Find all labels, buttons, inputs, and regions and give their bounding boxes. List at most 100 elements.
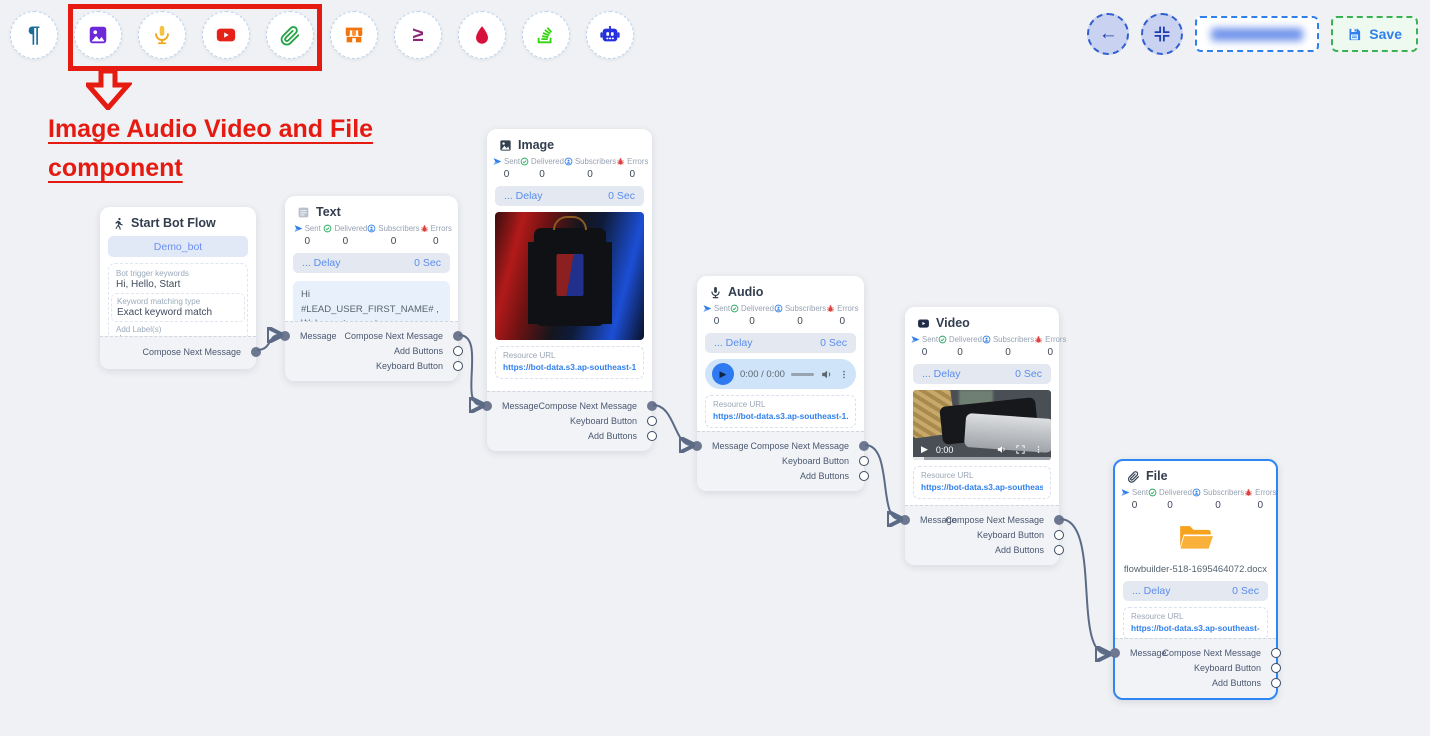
stat-label: Subscribers (378, 224, 419, 233)
port-label: Keyboard Button (977, 530, 1044, 540)
stat-label: Delivered (531, 157, 564, 166)
play-button[interactable]: ▶ (712, 363, 734, 385)
port-keyboard-button[interactable] (647, 416, 657, 426)
youtube-icon (215, 24, 237, 46)
node-image[interactable]: Image Sent0 Delivered0 Subscribers0 Erro… (487, 129, 652, 451)
bot-select-button[interactable]: Demo_bot (108, 236, 248, 257)
delay-bar[interactable]: ... Delay0 Sec (495, 186, 644, 206)
port-keyboard-button[interactable] (453, 361, 463, 371)
toolbar-stack-button[interactable] (522, 11, 570, 59)
stat-value: 0 (564, 169, 616, 180)
port-add-buttons[interactable] (647, 431, 657, 441)
delay-bar[interactable]: ... Delay0 Sec (293, 253, 450, 273)
audio-progress[interactable] (791, 373, 814, 376)
port-add-buttons[interactable] (1054, 545, 1064, 555)
port-row: Add Buttons (285, 343, 458, 358)
field-matching-type: Keyword matching type Exact keyword matc… (111, 293, 245, 322)
port-keyboard-button[interactable] (1054, 530, 1064, 540)
resource-url-label: Resource URL (1131, 612, 1260, 621)
stat-label: Delivered (334, 224, 367, 233)
port-add-buttons[interactable] (859, 471, 869, 481)
redacted-action-button[interactable] (1195, 16, 1319, 52)
port-add-buttons[interactable] (453, 346, 463, 356)
node-text[interactable]: Text Sent0 Delivered0 Subscribers0 Error… (285, 196, 458, 381)
node-video[interactable]: Video Sent0 Delivered0 Subscribers0 Erro… (905, 307, 1059, 565)
image-preview[interactable] (495, 212, 644, 340)
play-button[interactable]: ▶ (921, 444, 928, 455)
toolbar-video-button[interactable] (202, 11, 250, 59)
water-drop-icon (471, 24, 493, 46)
volume-icon[interactable] (820, 368, 833, 381)
port-row: Compose Next Message (100, 343, 256, 361)
port-compose-next-message[interactable] (1054, 515, 1064, 525)
video-player[interactable]: ▶ 0:00 (913, 390, 1051, 460)
port-message-in[interactable] (1110, 648, 1120, 658)
subscribers-icon (367, 224, 376, 233)
port-row: Add Buttons (905, 542, 1059, 557)
file-preview[interactable]: flowbuilder-518-1695464072.docx (1115, 511, 1276, 575)
delay-bar[interactable]: ... Delay0 Sec (1123, 581, 1268, 601)
folder-icon (1173, 517, 1219, 557)
toolbar-image-button[interactable] (74, 11, 122, 59)
stat-value: 0 (1121, 500, 1148, 511)
port-message-in[interactable] (692, 441, 702, 451)
blurred-label (1211, 28, 1303, 41)
stat-label: Sent (305, 224, 321, 233)
port-message-in[interactable] (482, 401, 492, 411)
video-progress[interactable] (913, 457, 1051, 460)
audio-player[interactable]: ▶ 0:00 / 0:00 (705, 359, 856, 389)
save-button[interactable]: Save (1331, 16, 1418, 52)
stat-label: Subscribers (575, 157, 616, 166)
port-row: Message Compose Next Message (285, 328, 458, 343)
toolbar-text-button[interactable]: ¶ (10, 11, 58, 59)
toolbar-ecommerce-button[interactable] (330, 11, 378, 59)
delivered-icon (1148, 488, 1157, 497)
annotation-heading: Image Audio Video and File component (48, 110, 438, 188)
toolbar-condition-button[interactable]: ≥ (394, 11, 442, 59)
node-file[interactable]: File Sent0 Delivered0 Subscribers0 Error… (1113, 459, 1278, 700)
stat-label: Errors (1255, 488, 1276, 497)
port-keyboard-button[interactable] (1271, 663, 1281, 673)
resource-url-box: Resource URL https://bot-data.s3.ap-sout… (913, 466, 1051, 499)
port-label: Compose Next Message (538, 401, 637, 411)
port-message-in[interactable] (280, 331, 290, 341)
delay-value: 0 Sec (414, 257, 441, 269)
kebab-menu-icon[interactable] (839, 368, 849, 381)
delivered-icon (520, 157, 529, 166)
toolbar-drip-button[interactable] (458, 11, 506, 59)
pilcrow-icon: ¶ (28, 22, 40, 48)
toolbar-audio-button[interactable] (138, 11, 186, 59)
resource-url-link[interactable]: https://bot-data.s3.ap-southeast-1.wasab… (503, 362, 636, 372)
delay-bar[interactable]: ... Delay0 Sec (705, 333, 856, 353)
port-compose-next-message[interactable] (251, 347, 261, 357)
resource-url-link[interactable]: https://bot-data.s3.ap-southeast-1.wasab… (713, 411, 848, 421)
toolbar-file-button[interactable] (266, 11, 314, 59)
node-start-bot-flow[interactable]: Start Bot Flow Demo_bot Bot trigger keyw… (100, 207, 256, 369)
port-compose-next-message[interactable] (647, 401, 657, 411)
port-message-in[interactable] (900, 515, 910, 525)
node-title: Audio (728, 285, 763, 299)
kebab-menu-icon[interactable] (1034, 444, 1043, 455)
video-controls: ▶ 0:00 (913, 444, 1051, 455)
sent-icon (703, 304, 712, 313)
volume-icon[interactable] (996, 444, 1007, 455)
stat-value: 0 (1148, 500, 1192, 511)
resource-url-link[interactable]: https://bot-data.s3.ap-southeast-1.wasab… (1131, 623, 1260, 633)
port-compose-next-message[interactable] (1271, 648, 1281, 658)
delay-bar[interactable]: ... Delay0 Sec (913, 364, 1051, 384)
fit-view-button[interactable] (1141, 13, 1183, 55)
stat-value: 0 (616, 169, 648, 180)
port-add-buttons[interactable] (1271, 678, 1281, 688)
paperclip-icon (279, 24, 301, 46)
errors-icon (616, 157, 625, 166)
node-footer: Message Compose Next Message Keyboard Bu… (905, 505, 1059, 565)
port-compose-next-message[interactable] (453, 331, 463, 341)
port-compose-next-message[interactable] (859, 441, 869, 451)
toolbar-ai-button[interactable] (586, 11, 634, 59)
stat-label: Delivered (741, 304, 774, 313)
port-keyboard-button[interactable] (859, 456, 869, 466)
node-audio[interactable]: Audio Sent0 Delivered0 Subscribers0 Erro… (697, 276, 864, 491)
back-button[interactable]: ← (1087, 13, 1129, 55)
resource-url-link[interactable]: https://bot-data.s3.ap-southeast-1.wasab… (921, 482, 1043, 492)
fullscreen-icon[interactable] (1015, 444, 1026, 455)
